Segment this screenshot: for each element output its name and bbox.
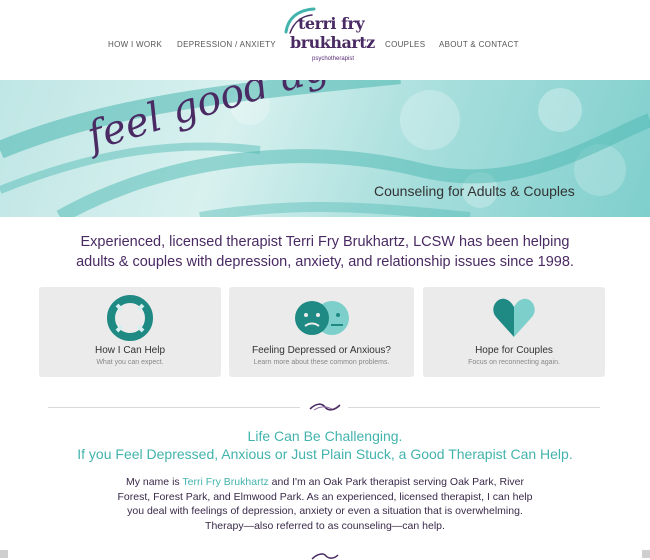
card-feeling-depressed[interactable]: Feeling Depressed or Anxious? Learn more… [229, 287, 414, 377]
nav-how-i-work[interactable]: HOW I WORK [108, 40, 162, 49]
section-heading-1: Life Can Be Challenging. [247, 428, 403, 444]
card-title: Feeling Depressed or Anxious? [252, 345, 391, 356]
logo-line-2: brukhartz [290, 33, 375, 52]
ornament-icon [309, 403, 341, 411]
intro-line-2: adults & couples with depression, anxiet… [76, 254, 574, 270]
heart-icon [491, 295, 537, 345]
bottom-ornament-icon [311, 553, 339, 560]
site-logo[interactable]: terri fry brukhartz psychotherapist [282, 7, 375, 72]
life-ring-icon [107, 295, 153, 345]
body-line-4: Therapy—also referred to as counseling—c… [205, 519, 445, 532]
nav-couples[interactable]: COUPLES [385, 40, 425, 49]
card-desc: Focus on reconnecting again. [468, 359, 560, 366]
card-how-i-can-help[interactable]: How I Can Help What you can expect. [39, 287, 221, 377]
intro-text: Experienced, licensed therapist Terri Fr… [0, 232, 650, 272]
scroll-edge-right [642, 550, 650, 558]
card-title: Hope for Couples [475, 345, 553, 356]
nav-depression-anxiety[interactable]: DEPRESSION / ANXIETY [177, 40, 276, 49]
logo-line-1: terri fry [298, 14, 365, 33]
name-link[interactable]: Terri Fry Brukhartz [182, 476, 268, 488]
hero-banner: feel good again Counseling for Adults & … [0, 80, 650, 217]
body-line-2: Forest, Forest Park, and Elmwood Park. A… [117, 490, 533, 503]
top-nav: HOW I WORK DEPRESSION / ANXIETY terri fr… [0, 0, 650, 80]
scroll-edge-left [0, 550, 8, 558]
hero-subtitle: Counseling for Adults & Couples [374, 183, 575, 199]
body-line-1: My name is Terri Fry Brukhartz and I'm a… [0, 475, 650, 490]
body-text: and I'm an Oak Park therapist serving Oa… [268, 476, 525, 488]
card-desc: What you can expect. [96, 359, 164, 366]
body-text: My name is [125, 476, 183, 488]
card-desc: Learn more about these common problems. [253, 359, 390, 366]
body-line-3: you deal with feelings of depression, an… [127, 505, 523, 517]
card-hope-for-couples[interactable]: Hope for Couples Focus on reconnecting a… [423, 287, 605, 377]
logo-tagline: psychotherapist [312, 56, 355, 62]
intro-line-1: Experienced, licensed therapist Terri Fr… [80, 234, 570, 250]
body-paragraph: My name is Terri Fry Brukhartz and I'm a… [0, 475, 650, 533]
section-heading-2: If you Feel Depressed, Anxious or Just P… [77, 446, 573, 462]
nav-about-contact[interactable]: ABOUT & CONTACT [439, 40, 519, 49]
card-title: How I Can Help [94, 345, 166, 356]
ornament-divider [48, 401, 600, 413]
sad-faces-icon [289, 295, 355, 345]
